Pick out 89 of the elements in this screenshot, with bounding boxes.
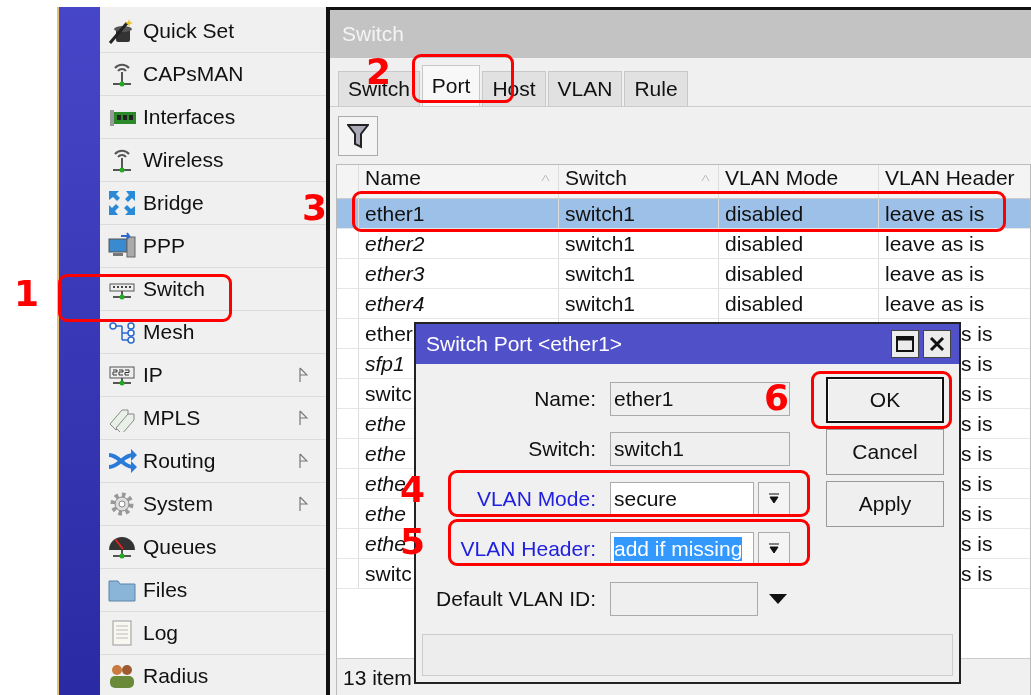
table-cell: disabled [725, 291, 804, 316]
table-cell: ether [365, 321, 413, 346]
dropdown-arrow-icon [768, 593, 788, 605]
table-cell: s is [961, 321, 993, 346]
filter-button[interactable] [338, 115, 378, 156]
field-label: Default VLAN ID: [435, 587, 597, 611]
maximize-icon [896, 336, 914, 352]
menu-item[interactable]: Quick Set [100, 10, 326, 53]
table-cell: ether1 [365, 201, 425, 226]
column-header: VLAN Mode [725, 166, 839, 190]
table-cell: s is [961, 381, 993, 406]
sort-icon [541, 174, 550, 182]
text-field[interactable]: switch1 [610, 432, 790, 466]
table-cell: sfp1 [365, 351, 405, 376]
step-number: 1 [14, 274, 40, 314]
field-label: Switch: [527, 437, 597, 461]
menu-item[interactable]: Routing [100, 440, 326, 483]
menu-item[interactable]: IP [100, 354, 326, 397]
status-text: 13 item [343, 666, 412, 690]
table-cell: s is [961, 501, 993, 526]
table-cell: switch1 [565, 201, 636, 226]
menu-item[interactable]: MPLS [100, 397, 326, 440]
field-value: add if missing [614, 537, 743, 561]
field-value: secure [614, 487, 678, 511]
table-cell: s is [961, 441, 993, 466]
table-cell: switc [365, 561, 412, 586]
table-cell: s is [961, 531, 993, 556]
dropdown-button[interactable] [758, 532, 790, 566]
menu-item[interactable]: PPP [100, 225, 326, 268]
field-label: VLAN Header: [459, 537, 597, 561]
menu-item[interactable]: Interfaces [100, 96, 326, 139]
table-cell: ether2 [365, 231, 425, 256]
tab[interactable]: Rule [624, 71, 688, 106]
table-cell: s is [961, 471, 993, 496]
table-cell: leave as is [885, 291, 985, 316]
tab[interactable]: VLAN [547, 71, 623, 106]
table-cell: s is [961, 351, 993, 376]
sort-icon [701, 174, 710, 182]
menu-item[interactable]: Switch [100, 268, 326, 311]
table-cell: switch1 [565, 231, 636, 256]
computer-icon [107, 232, 137, 260]
dropdown-arrow-icon [768, 493, 780, 505]
menu-item[interactable]: Queues [100, 526, 326, 569]
column-header: Name [365, 166, 422, 190]
dropdown-field[interactable]: secure [610, 482, 754, 516]
menu-item[interactable]: Files [100, 569, 326, 612]
table-cell: disabled [725, 201, 804, 226]
shuffle-arrows-icon [107, 447, 137, 475]
field-value: switch1 [614, 437, 685, 461]
table-cell: leave as is [885, 201, 985, 226]
table-cell: ethe [365, 501, 406, 526]
table-cell: leave as is [885, 261, 985, 286]
column-header: VLAN Header [885, 166, 1015, 190]
tab[interactable]: Port [421, 65, 481, 106]
menu-item[interactable]: Log [100, 612, 326, 655]
close-button[interactable] [923, 330, 951, 358]
field-label: VLAN Mode: [475, 487, 597, 511]
arrows-icon [107, 189, 137, 217]
table-cell: switc [365, 381, 412, 406]
combo-field[interactable] [610, 582, 758, 616]
dialog-title: Switch Port <ether1> [426, 332, 623, 356]
dropdown-arrow-icon [768, 543, 780, 555]
table-cell: s is [961, 411, 993, 436]
table-cell: disabled [725, 231, 804, 256]
menu-item[interactable]: System [100, 483, 326, 526]
field-label: Name: [533, 387, 597, 411]
column-header: Switch [565, 166, 627, 190]
table-cell: leave as is [885, 231, 985, 256]
table-cell: ethe [365, 441, 406, 466]
maximize-button[interactable] [891, 330, 919, 358]
dropdown-button[interactable] [758, 482, 790, 516]
table-cell: switch1 [565, 261, 636, 286]
table-cell: switch1 [565, 291, 636, 316]
users-icon [107, 662, 137, 690]
menu-item[interactable]: Mesh [100, 311, 326, 354]
table-cell: s is [961, 561, 993, 586]
field-value: ether1 [614, 387, 674, 411]
menu-item[interactable]: Radius [100, 655, 326, 695]
close-icon [929, 336, 945, 352]
dialog-button[interactable]: OK [826, 377, 944, 423]
filter-icon [347, 122, 369, 149]
dialog-button[interactable]: Apply [826, 481, 944, 527]
table-cell: ether4 [365, 291, 425, 316]
dialog-button[interactable]: Cancel [826, 429, 944, 475]
table-cell: ether3 [365, 261, 425, 286]
step-number: 3 [302, 188, 328, 228]
table-cell: ethe [365, 411, 406, 436]
table-cell: disabled [725, 261, 804, 286]
selected-row[interactable]: ether1 switch1 disabled leave as is [337, 199, 1030, 229]
